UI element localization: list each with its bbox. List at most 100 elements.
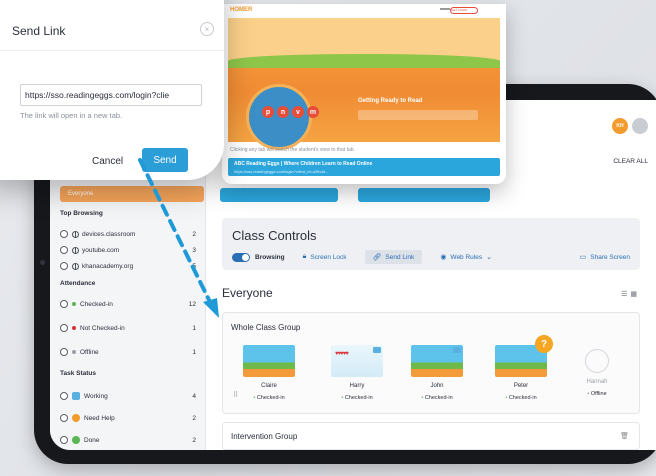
send-link-button[interactable]: 🔗︎ Send Link [364, 250, 423, 264]
view-toggle[interactable]: ☰▦ [621, 290, 640, 298]
browsing-item-youtube[interactable]: youtube.com 3 [60, 244, 200, 256]
task-label: Working [84, 392, 108, 400]
student-name: Peter [513, 383, 529, 389]
url-input[interactable] [20, 84, 202, 106]
group-title: Intervention Group [231, 432, 298, 441]
radio-button[interactable] [60, 230, 68, 238]
attendance-item-checked-in[interactable]: Checked-in 12 [60, 298, 200, 310]
drag-handle-icon[interactable]: ⠿ [233, 391, 238, 399]
done-icon [72, 436, 80, 444]
clear-all-button[interactable]: CLEAR ALL [613, 158, 648, 165]
attendance-item-not-checked-in[interactable]: Not Checked-in 1 [60, 322, 200, 334]
open-tab-card[interactable] [358, 188, 490, 202]
sidebar-item-label: Everyone [68, 191, 94, 197]
letter-bubble: n [277, 106, 289, 118]
browsing-count: 3 [192, 246, 196, 254]
radio-button[interactable] [60, 348, 68, 356]
student-name: Harry [349, 383, 365, 389]
offline-avatar [585, 349, 609, 373]
task-item-working[interactable]: Working 4 [60, 390, 200, 402]
whole-class-group: Whole Class Group ⠿ Claire • Checked-in … [222, 312, 640, 414]
radio-button[interactable] [60, 436, 68, 444]
sidebar-item-everyone[interactable]: Everyone [60, 186, 204, 202]
student-name: John [430, 383, 444, 389]
working-icon [72, 392, 80, 400]
cancel-button[interactable]: Cancel [92, 156, 123, 167]
share-screen-button[interactable]: ▭ Share Screen [580, 253, 630, 262]
send-button[interactable]: Send [142, 148, 188, 172]
browsing-toggle[interactable] [232, 252, 250, 262]
need-help-icon [72, 414, 80, 422]
browsing-label: youtube.com [82, 246, 120, 254]
link-url: https://sso.readingeggs.com/login?client… [234, 169, 329, 174]
task-label: Done [84, 436, 100, 444]
everyone-heading: Everyone [222, 286, 273, 300]
student-card-harry[interactable]: ♥♥♥♥♥ Harry • Checked-in [331, 345, 383, 401]
attendance-item-offline[interactable]: Offline 1 [60, 346, 200, 358]
hero-heading: Getting Ready to Read [358, 98, 423, 104]
student-card-john[interactable]: John • Checked-in [411, 345, 463, 401]
list-view-icon[interactable]: ☰ [621, 291, 630, 298]
letter-bubble: m [307, 106, 319, 118]
radio-button[interactable] [60, 392, 68, 400]
student-screen-thumbnail[interactable] [411, 345, 463, 377]
help-request-icon[interactable]: ? [535, 335, 553, 353]
chevron-down-icon: ⌄ [486, 254, 492, 261]
status-dot-icon [72, 302, 76, 306]
radio-button[interactable] [60, 300, 68, 308]
close-icon[interactable]: × [200, 22, 214, 36]
radio-button[interactable] [60, 246, 68, 254]
task-count: 2 [192, 436, 196, 444]
attendance-count: 1 [192, 324, 196, 332]
status-label: Checked-in [424, 395, 453, 401]
browsing-item-devices[interactable]: devices.classroom 2 [60, 228, 200, 240]
preview-caption: Clicking any tab will switch the student… [230, 147, 355, 153]
open-tab-link[interactable]: ABC Reading Eggs | Where Children Learn … [228, 158, 500, 176]
student-card-claire[interactable]: Claire • Checked-in [243, 345, 295, 401]
web-rules-button[interactable]: ◉ Web Rules ⌄ [440, 253, 496, 262]
avatar-secondary[interactable] [632, 118, 648, 134]
student-status: • Checked-in [411, 395, 463, 401]
link-icon: 🔗︎ [372, 254, 382, 261]
preview-nav-label: GET LOGIN [451, 8, 468, 12]
status-label: Checked-in [344, 395, 373, 401]
status-label: Checked-in [508, 395, 537, 401]
lock-icon: 🔒︎ [302, 253, 307, 260]
hint-text: The link will open in a new tab. [20, 111, 123, 120]
student-card-peter[interactable]: ? Peter • Checked-in [495, 335, 553, 401]
badge-icon [453, 347, 461, 353]
letter-bubble: v [292, 106, 304, 118]
attendance-heading: Attendance [60, 280, 96, 287]
browsing-count: 5 [192, 262, 196, 270]
open-tab-card[interactable] [220, 188, 338, 202]
hero-subtext-block [358, 110, 478, 120]
radio-button[interactable] [60, 262, 68, 270]
screen-lock-button[interactable]: 🔒︎ Screen Lock [303, 253, 347, 261]
group-title: Whole Class Group [231, 323, 301, 332]
trash-icon[interactable]: 🗑︎ [620, 432, 629, 440]
task-item-need-help[interactable]: Need Help 2 [60, 412, 200, 424]
hearts-icon: ♥♥♥♥♥ [335, 351, 349, 357]
status-dot-icon [72, 350, 76, 354]
task-item-done[interactable]: Done 2 [60, 434, 200, 446]
send-link-label: Send Link [385, 253, 415, 261]
status-dot-icon [72, 326, 76, 330]
radio-button[interactable] [60, 414, 68, 422]
grid-view-icon[interactable]: ▦ [630, 291, 640, 298]
class-controls-title: Class Controls [232, 228, 317, 243]
radio-button[interactable] [60, 324, 68, 332]
student-screen-thumbnail[interactable] [243, 345, 295, 377]
student-card-hannah[interactable]: Hannah • Offline [571, 345, 623, 397]
avatar[interactable]: KH [612, 118, 628, 134]
divider [0, 50, 224, 51]
web-rules-icon: ◉ [440, 254, 447, 261]
preview-header: HOMER GET LOGIN [222, 4, 506, 18]
preview-nav-button: GET LOGIN [450, 7, 478, 14]
student-status: • Checked-in [243, 395, 295, 401]
browsing-label: Browsing [255, 253, 285, 261]
student-screen-thumbnail[interactable]: ♥♥♥♥♥ [331, 345, 383, 377]
browsing-item-khanacademy[interactable]: khanacademy.org 5 [60, 260, 200, 272]
status-label: Offline [590, 391, 607, 397]
send-link-modal: Send Link × The link will open in a new … [0, 0, 224, 180]
letter-bubble: p [262, 106, 274, 118]
